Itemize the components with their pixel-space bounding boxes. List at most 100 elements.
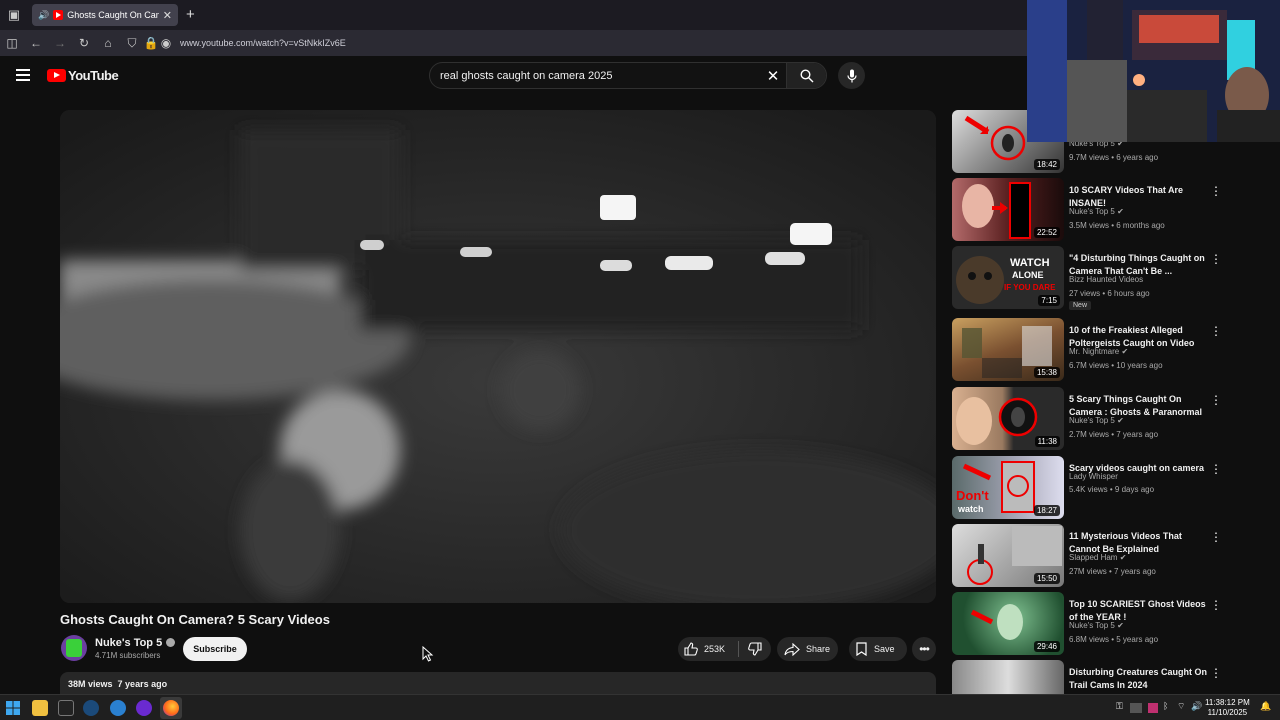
channel-name[interactable]: Nuke's Top 5 bbox=[95, 637, 176, 649]
battlenet-icon[interactable] bbox=[110, 700, 126, 716]
voice-search-button[interactable] bbox=[838, 62, 865, 89]
tray-app2-icon[interactable] bbox=[1148, 703, 1158, 713]
address-bar[interactable]: www.youtube.com/watch?v=vStNkkIZv6E bbox=[180, 38, 346, 48]
more-vert-icon[interactable]: ⋮ bbox=[1210, 393, 1222, 407]
thumb-text-alone: ALONE bbox=[1012, 270, 1044, 280]
tray-app-icon[interactable] bbox=[1130, 703, 1142, 713]
site-info-icon[interactable]: ◉ bbox=[158, 30, 174, 56]
back-icon[interactable]: ← bbox=[24, 30, 48, 56]
duration-badge: 7:15 bbox=[1038, 295, 1060, 306]
sidebar-video-title[interactable]: Disturbing Creatures Caught On Trail Cam… bbox=[1069, 666, 1214, 692]
youtube-favicon-icon bbox=[53, 10, 64, 20]
like-dislike-group: 253K bbox=[678, 637, 771, 661]
youtube-play-icon bbox=[47, 69, 66, 82]
channel-avatar[interactable] bbox=[61, 635, 87, 661]
video-thumbnail[interactable]: 11:38 bbox=[952, 387, 1064, 450]
close-tab-icon[interactable]: ✕ bbox=[163, 9, 172, 22]
sidebar-meta: 6.8M views • 5 years ago bbox=[1069, 635, 1159, 644]
more-vert-icon[interactable]: ⋮ bbox=[1210, 598, 1222, 612]
sidebar-channel[interactable]: Bizz Haunted Videos bbox=[1069, 275, 1143, 284]
video-thumbnail[interactable]: Don't watch 18:27 bbox=[952, 456, 1064, 519]
clear-search-icon[interactable]: ✕ bbox=[760, 67, 786, 85]
firefox-icon bbox=[163, 700, 179, 716]
sidebar-channel[interactable]: Nuke's Top 5 ✔ bbox=[1069, 416, 1124, 425]
browser-tab[interactable]: 🔊 Ghosts Caught On Camera? 5 Scary Video… bbox=[32, 4, 178, 26]
list-item[interactable]: Don't watch 18:27 Scary videos caught on … bbox=[952, 456, 1252, 520]
video-thumbnail[interactable]: WATCH ALONE IF YOU DARE 7:15 bbox=[952, 246, 1064, 309]
home-icon[interactable]: ⌂ bbox=[96, 30, 120, 56]
obs-icon[interactable] bbox=[136, 700, 152, 716]
list-item[interactable]: 11:38 5 Scary Things Caught On Camera : … bbox=[952, 387, 1252, 451]
firefox-taskbar-button[interactable] bbox=[160, 697, 182, 719]
save-button[interactable]: Save bbox=[849, 637, 907, 661]
verified-icon: ✔ bbox=[1117, 621, 1124, 630]
more-vert-icon[interactable]: ⋮ bbox=[1210, 462, 1222, 476]
sidebar-channel[interactable]: Slapped Ham ✔ bbox=[1069, 553, 1126, 562]
tab-title: Ghosts Caught On Camera? 5 Scary Videos … bbox=[67, 10, 159, 20]
windows-start-icon[interactable] bbox=[5, 700, 21, 716]
more-vert-icon[interactable]: ⋮ bbox=[1210, 184, 1222, 198]
lock-icon[interactable]: 🔒 bbox=[144, 30, 159, 56]
channel-name-text: Nuke's Top 5 bbox=[95, 637, 163, 649]
epic-games-icon[interactable] bbox=[58, 700, 74, 716]
clock-date: 11/10/2025 bbox=[1207, 708, 1248, 717]
notification-icon[interactable]: 🔔 bbox=[1260, 701, 1271, 712]
more-vert-icon[interactable]: ⋮ bbox=[1210, 324, 1222, 338]
video-thumbnail[interactable]: 29:46 bbox=[952, 592, 1064, 655]
channel-text: Mr. Nightmare bbox=[1069, 347, 1120, 356]
thumb-text-dont: Don't bbox=[956, 488, 989, 503]
new-tab-icon[interactable]: + bbox=[186, 6, 195, 23]
search-icon bbox=[799, 68, 813, 82]
duration-badge: 18:27 bbox=[1033, 505, 1060, 516]
list-item[interactable]: 22:52 10 SCARY Videos That Are INSANE! N… bbox=[952, 178, 1252, 242]
network-icon[interactable]: ⚿ bbox=[1116, 701, 1123, 712]
dislike-button[interactable] bbox=[739, 642, 771, 656]
thumbs-up-icon bbox=[684, 642, 698, 656]
list-item[interactable]: 29:46 Top 10 SCARIEST Ghost Videos of th… bbox=[952, 592, 1252, 656]
sidebar-toggle-icon[interactable]: ◫ bbox=[0, 30, 24, 56]
search-input[interactable]: real ghosts caught on camera 2025 bbox=[430, 70, 760, 82]
forward-icon[interactable]: → bbox=[48, 30, 72, 56]
steam-icon[interactable] bbox=[83, 700, 99, 716]
search-button[interactable] bbox=[786, 63, 826, 88]
list-item[interactable]: WATCH ALONE IF YOU DARE 7:15 "4 Disturbing… bbox=[952, 246, 1252, 310]
clock-time: 11:38:12 PM bbox=[1205, 698, 1250, 707]
duration-badge: 22:52 bbox=[1033, 227, 1060, 238]
wifi-icon[interactable]: ⌔ bbox=[1177, 701, 1185, 712]
list-item[interactable]: 15:50 11 Mysterious Videos That Cannot B… bbox=[952, 524, 1252, 588]
youtube-logo[interactable]: YouTube bbox=[47, 68, 119, 83]
bluetooth-icon[interactable]: ᛒ bbox=[1163, 701, 1168, 711]
system-clock[interactable]: 11:38:12 PM 11/10/2025 bbox=[1205, 698, 1250, 718]
video-title: Ghosts Caught On Camera? 5 Scary Videos bbox=[60, 612, 330, 627]
more-actions-button[interactable]: ••• bbox=[912, 637, 936, 661]
video-thumbnail[interactable] bbox=[952, 660, 1064, 694]
more-vert-icon[interactable]: ⋮ bbox=[1210, 252, 1222, 266]
logo-text: YouTube bbox=[68, 68, 119, 83]
video-thumbnail[interactable]: 15:50 bbox=[952, 524, 1064, 587]
sidebar-channel[interactable]: Lady Whisper bbox=[1069, 472, 1118, 481]
like-button[interactable]: 253K bbox=[678, 642, 738, 656]
shield-icon[interactable]: ⛉ bbox=[120, 30, 144, 56]
share-button[interactable]: Share bbox=[777, 637, 838, 661]
sidebar-channel[interactable]: Nuke's Top 5 ✔ bbox=[1069, 621, 1124, 630]
more-vert-icon[interactable]: ⋮ bbox=[1210, 530, 1222, 544]
more-horizontal-icon: ••• bbox=[919, 642, 930, 656]
list-item[interactable]: Disturbing Creatures Caught On Trail Cam… bbox=[952, 660, 1252, 694]
more-vert-icon[interactable]: ⋮ bbox=[1210, 666, 1222, 680]
list-item[interactable]: 15:38 10 of the Freakiest Alleged Polter… bbox=[952, 318, 1252, 382]
video-thumbnail[interactable]: 22:52 bbox=[952, 178, 1064, 241]
sidebar-meta: 6.7M views • 10 years ago bbox=[1069, 361, 1163, 370]
video-thumbnail[interactable]: 15:38 bbox=[952, 318, 1064, 381]
file-explorer-icon[interactable] bbox=[32, 700, 48, 716]
video-frame bbox=[60, 110, 936, 603]
subscribe-button[interactable]: Subscribe bbox=[183, 637, 247, 661]
speaker-icon[interactable]: 🔊 bbox=[38, 10, 49, 21]
reload-icon[interactable]: ↻ bbox=[72, 30, 96, 56]
sidebar-channel[interactable]: Nuke's Top 5 ✔ bbox=[1069, 207, 1124, 216]
video-player[interactable] bbox=[60, 110, 936, 603]
menu-icon[interactable] bbox=[16, 69, 30, 84]
mouse-cursor-icon bbox=[422, 646, 434, 662]
tab-list-icon[interactable]: ▣ bbox=[0, 0, 28, 30]
volume-icon[interactable]: 🔊 bbox=[1191, 701, 1202, 712]
sidebar-channel[interactable]: Mr. Nightmare ✔ bbox=[1069, 347, 1128, 356]
